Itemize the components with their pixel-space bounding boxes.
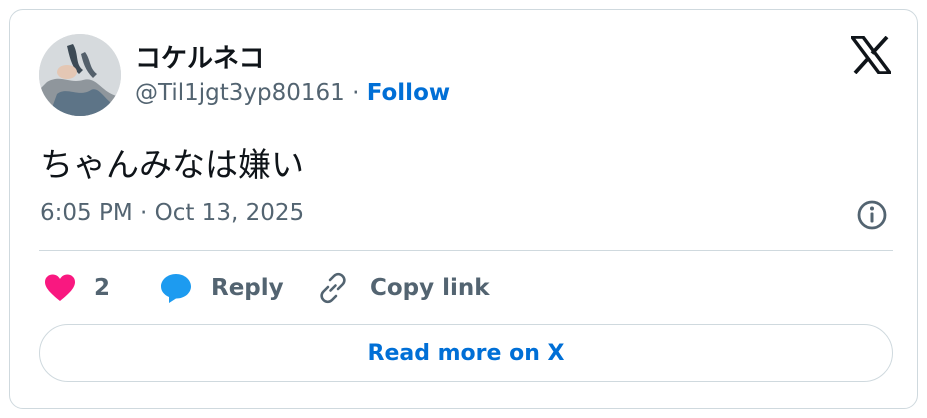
like-button[interactable]: 2: [44, 268, 110, 308]
read-more-label: Read more on X: [367, 340, 565, 366]
divider: [39, 250, 893, 251]
read-more-button[interactable]: Read more on X: [39, 324, 893, 382]
tweet-timestamp[interactable]: 6:05 PM · Oct 13, 2025: [40, 200, 304, 226]
tweet-text: ちゃんみなは嫌い: [40, 145, 304, 184]
x-logo-icon[interactable]: [851, 36, 891, 74]
author-display-name[interactable]: コケルネコ: [135, 38, 264, 75]
heart-icon: [45, 274, 75, 301]
reply-button[interactable]: Reply: [159, 268, 284, 308]
author-handle-row: @Til1jgt3yp80161 · Follow: [135, 80, 450, 106]
follow-link[interactable]: Follow: [367, 80, 450, 106]
handle-separator: ·: [344, 80, 367, 106]
author-handle[interactable]: @Til1jgt3yp80161: [135, 80, 345, 106]
reply-bubble-icon: [161, 274, 191, 303]
embedded-tweet-card: コケルネコ @Til1jgt3yp80161 · Follow ちゃんみなは嫌い…: [9, 9, 918, 409]
copy-link-label: Copy link: [370, 275, 490, 301]
link-icon: [320, 272, 346, 304]
avatar[interactable]: [39, 34, 121, 116]
info-icon[interactable]: [856, 199, 888, 231]
avatar-image: [39, 34, 121, 116]
copy-link-button[interactable]: Copy link: [316, 268, 490, 308]
like-count: 2: [94, 275, 111, 301]
reply-label: Reply: [211, 275, 284, 301]
